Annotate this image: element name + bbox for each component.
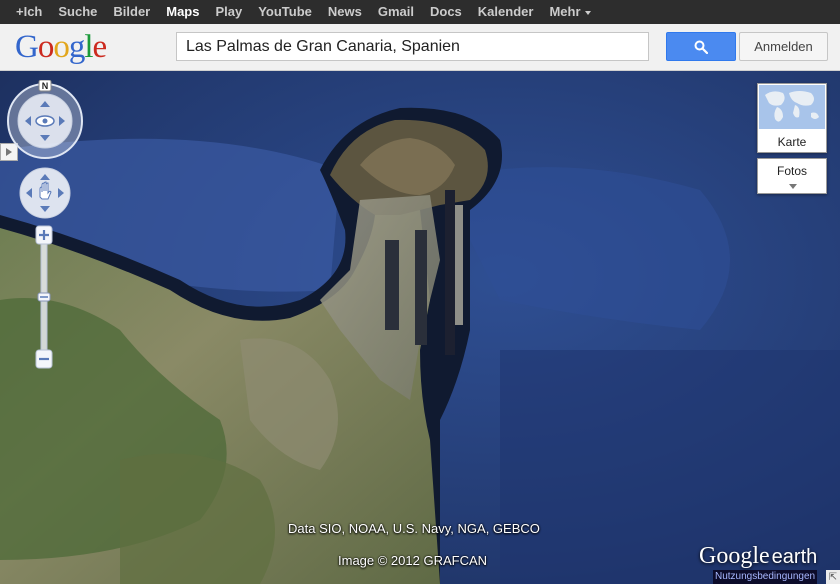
google-logo[interactable]: Google xyxy=(15,28,107,66)
caret-down-icon xyxy=(584,10,591,15)
topbar-item-bilder[interactable]: Bilder xyxy=(105,0,158,24)
topbar-item-youtube[interactable]: YouTube xyxy=(250,0,320,24)
google-earth-logo-earth: earth xyxy=(771,546,818,568)
zoom-slider xyxy=(35,225,53,369)
header: Google Anmelden xyxy=(0,24,840,71)
google-earth-logo: Google earth xyxy=(699,543,817,570)
fotos-dropdown[interactable]: Fotos xyxy=(757,158,827,194)
topbar-item-kalender[interactable]: Kalender xyxy=(470,0,542,24)
signin-button[interactable]: Anmelden xyxy=(739,32,828,61)
topbar-item-mehr[interactable]: Mehr xyxy=(541,0,598,24)
search-input[interactable] xyxy=(176,32,649,61)
topbar-item-play[interactable]: Play xyxy=(207,0,250,24)
terms-link[interactable]: Nutzungsbedingungen xyxy=(713,570,818,584)
google-earth-logo-google: Google xyxy=(699,543,770,569)
karte-thumbnail xyxy=(759,85,825,129)
topbar-item-ich[interactable]: +Ich xyxy=(8,0,50,24)
topbar-item-suche[interactable]: Suche xyxy=(50,0,105,24)
world-map-icon xyxy=(759,85,825,129)
data-attribution: Data SIO, NOAA, U.S. Navy, NGA, GEBCO xyxy=(288,521,540,536)
compass-north-label: N xyxy=(42,81,49,91)
search-button[interactable] xyxy=(666,32,736,61)
google-bar: +Ich Suche Bilder Maps Play YouTube News… xyxy=(0,0,840,24)
caret-down-icon xyxy=(789,184,797,189)
search-icon xyxy=(694,40,708,54)
karte-label: Karte xyxy=(777,135,807,149)
map-canvas[interactable] xyxy=(0,71,840,584)
topbar-item-gmail[interactable]: Gmail xyxy=(370,0,422,24)
topbar-item-news[interactable]: News xyxy=(320,0,370,24)
satellite-imagery xyxy=(0,71,840,584)
map-type-karte-button[interactable]: Karte xyxy=(757,83,827,153)
fotos-label: Fotos xyxy=(776,164,807,178)
mehr-label: Mehr xyxy=(549,4,581,19)
topbar-item-maps[interactable]: Maps xyxy=(158,0,207,24)
expand-corner-icon[interactable]: ⇱ xyxy=(826,570,840,584)
image-attribution: Image © 2012 GRAFCAN xyxy=(338,553,488,568)
topbar-item-docs[interactable]: Docs xyxy=(422,0,470,24)
